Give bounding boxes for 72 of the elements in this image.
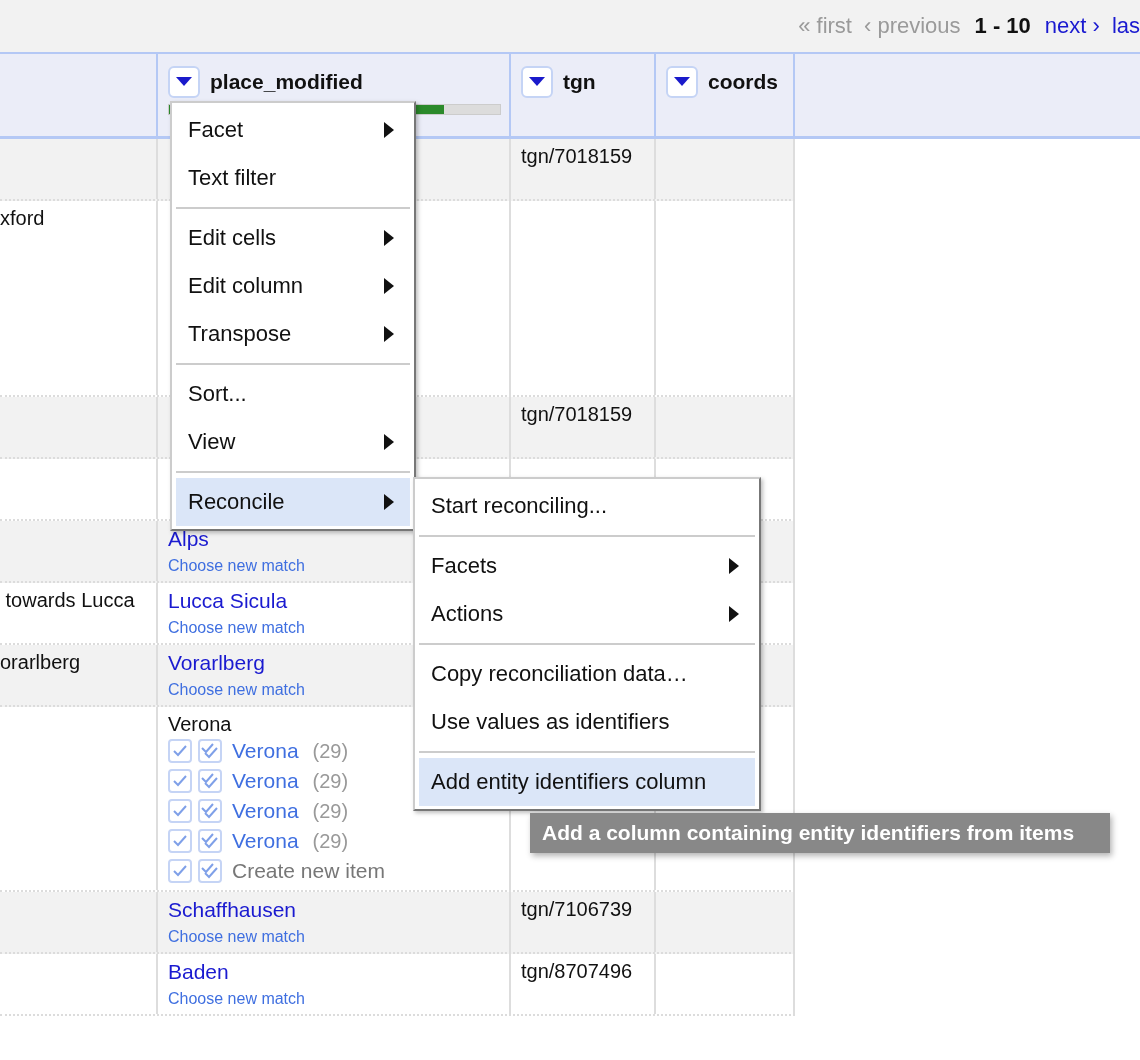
check-icon[interactable] <box>168 829 192 853</box>
match-link[interactable]: Baden <box>168 960 229 984</box>
choose-match-link[interactable]: Choose new match <box>168 928 305 946</box>
menu-item[interactable]: Use values as identifiers <box>419 698 755 746</box>
candidate-score: (29) <box>312 739 349 763</box>
caret-icon <box>176 77 192 87</box>
check-icon[interactable] <box>168 859 192 883</box>
menu-item[interactable]: Text filter <box>176 154 410 202</box>
menu-item[interactable]: Reconcile <box>176 478 410 526</box>
column-menu-button[interactable] <box>666 66 698 98</box>
submenu-arrow-icon <box>384 230 394 246</box>
menu-item[interactable]: Edit column <box>176 262 410 310</box>
menu-item[interactable]: Actions <box>419 590 755 638</box>
menu-item[interactable]: Edit cells <box>176 214 410 262</box>
match-link[interactable]: Lucca Sicula <box>168 589 288 613</box>
column-menu-button[interactable] <box>168 66 200 98</box>
candidate-score: (29) <box>312 799 349 823</box>
create-new-item: Create new item <box>232 859 385 883</box>
column-header: tgn <box>563 70 596 94</box>
match-link[interactable]: Schaffhausen <box>168 898 297 922</box>
column-header: coords <box>708 70 778 94</box>
candidate-score: (29) <box>312 829 349 853</box>
menu-item[interactable]: View <box>176 418 410 466</box>
page-range: 1 - 10 <box>974 13 1031 39</box>
match-link[interactable]: Vorarlberg <box>168 651 265 675</box>
caret-icon <box>674 77 690 87</box>
pager-link[interactable]: next › <box>1044 13 1100 39</box>
table-cell: tgn/7018159 <box>521 145 633 168</box>
submenu-arrow-icon <box>729 606 739 622</box>
tooltip: Add a column containing entity identifiers from items <box>530 813 1110 853</box>
table-cell: orarlberg <box>0 651 81 674</box>
menu-item[interactable]: Facets <box>419 542 755 590</box>
table-cell: xford <box>0 207 45 230</box>
table-cell: tgn/7106739 <box>521 898 633 921</box>
candidate-link[interactable]: Verona <box>232 769 299 793</box>
menu-item[interactable]: Copy reconciliation data… <box>419 650 755 698</box>
match-link[interactable]: Alps <box>168 527 209 551</box>
double-check-icon[interactable] <box>198 799 222 823</box>
check-icon[interactable] <box>168 769 192 793</box>
candidate-link[interactable]: Verona <box>232 739 299 763</box>
choose-match-link[interactable]: Choose new match <box>168 557 305 575</box>
column-header: place_modified <box>210 70 363 94</box>
menu-item[interactable]: Transpose <box>176 310 410 358</box>
candidate-link[interactable]: Verona <box>232 829 299 853</box>
menu-item[interactable]: Start reconciling... <box>419 482 755 530</box>
choose-match-link[interactable]: Choose new match <box>168 681 305 699</box>
check-icon[interactable] <box>168 739 192 763</box>
column-menu-button[interactable] <box>521 66 553 98</box>
caret-icon <box>529 77 545 87</box>
menu-item[interactable]: Add entity identifiers column <box>419 758 755 806</box>
choose-match-link[interactable]: Choose new match <box>168 990 305 1008</box>
submenu-arrow-icon <box>384 278 394 294</box>
table-cell-text: towards Lucca <box>4 589 135 612</box>
candidate-link[interactable]: Verona <box>232 799 299 823</box>
candidate-score: (29) <box>312 769 349 793</box>
double-check-icon[interactable] <box>198 769 222 793</box>
submenu-arrow-icon <box>384 326 394 342</box>
check-icon[interactable] <box>168 799 192 823</box>
table-cell: tgn/8707496 <box>521 960 633 983</box>
table-cell: Verona <box>168 713 232 736</box>
table-cell: tgn/7018159 <box>521 403 633 426</box>
choose-match-link[interactable]: Choose new match <box>168 619 305 637</box>
double-check-icon[interactable] <box>198 739 222 763</box>
menu-item[interactable]: Facet <box>176 106 410 154</box>
submenu-arrow-icon <box>729 558 739 574</box>
submenu-arrow-icon <box>384 122 394 138</box>
pager-link[interactable]: las <box>1111 13 1140 39</box>
menu-item[interactable]: Sort... <box>176 370 410 418</box>
double-check-icon[interactable] <box>198 829 222 853</box>
submenu-arrow-icon <box>384 434 394 450</box>
double-check-icon[interactable] <box>198 859 222 883</box>
submenu-arrow-icon <box>384 494 394 510</box>
